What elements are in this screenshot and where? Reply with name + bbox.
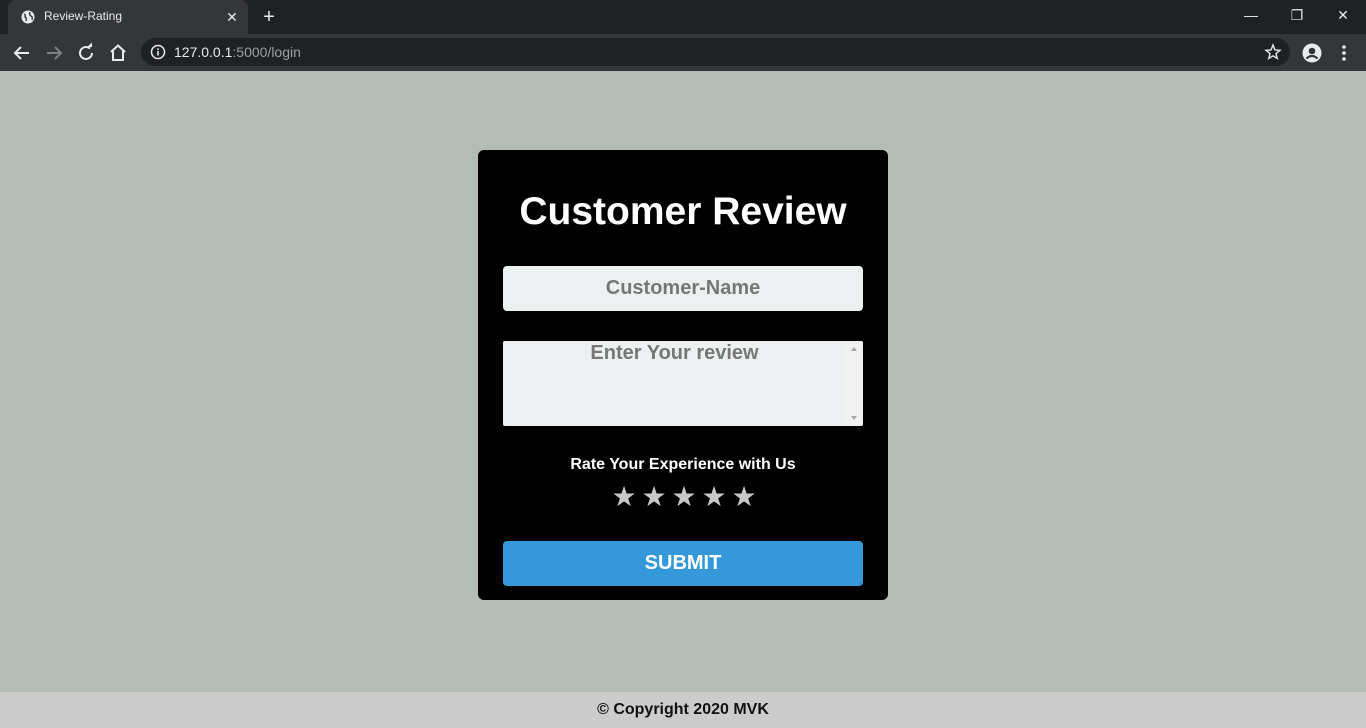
globe-icon	[21, 10, 35, 24]
footer-copyright: © Copyright 2020 MVK	[0, 692, 1366, 728]
customer-name-input[interactable]	[503, 266, 863, 311]
profile-icon[interactable]	[1302, 43, 1322, 63]
textarea-scrollbar[interactable]	[846, 341, 863, 426]
form-title: Customer Review	[519, 190, 847, 233]
star-1-icon[interactable]: ★	[611, 482, 637, 512]
browser-toolbar: 127.0.0.1:5000/login	[0, 34, 1366, 71]
tab-close-icon[interactable]: ✕	[224, 9, 240, 25]
star-4-icon[interactable]: ★	[701, 482, 727, 512]
scroll-down-arrow-icon[interactable]	[851, 416, 857, 420]
browser-tab[interactable]: Review-Rating ✕	[8, 0, 248, 34]
restore-button[interactable]: ❐	[1274, 0, 1320, 30]
new-tab-button[interactable]: +	[258, 6, 280, 28]
url-text[interactable]: 127.0.0.1:5000/login	[174, 44, 301, 60]
review-form-card: Customer Review Rate Your Experience wit…	[478, 150, 888, 600]
browser-tab-strip: Review-Rating ✕ + — ❐ ✕	[0, 0, 1366, 34]
star-2-icon[interactable]: ★	[641, 482, 667, 512]
page-viewport: Customer Review Rate Your Experience wit…	[0, 71, 1366, 692]
window-close-button[interactable]: ✕	[1320, 0, 1366, 30]
scroll-up-arrow-icon[interactable]	[851, 347, 857, 351]
tab-title: Review-Rating	[44, 9, 123, 23]
address-bar[interactable]: 127.0.0.1:5000/login	[141, 38, 1290, 66]
info-icon[interactable]	[150, 44, 166, 60]
submit-button[interactable]: SUBMIT	[503, 541, 863, 586]
rating-label: Rate Your Experience with Us	[570, 456, 796, 473]
bookmark-star-icon[interactable]	[1264, 43, 1282, 61]
reload-icon[interactable]	[74, 41, 98, 65]
menu-dots-icon[interactable]	[1338, 43, 1350, 63]
url-path: :5000/login	[232, 44, 301, 60]
forward-arrow-icon[interactable]	[42, 41, 66, 65]
review-textarea-wrapper	[503, 341, 863, 426]
minimize-button[interactable]: —	[1228, 0, 1274, 30]
star-5-icon[interactable]: ★	[731, 482, 757, 512]
url-host: 127.0.0.1	[174, 44, 233, 60]
star-rating: ★ ★ ★ ★ ★	[611, 482, 761, 512]
home-icon[interactable]	[106, 41, 130, 65]
review-textarea[interactable]	[503, 341, 846, 426]
back-arrow-icon[interactable]	[10, 41, 34, 65]
star-3-icon[interactable]: ★	[671, 482, 697, 512]
